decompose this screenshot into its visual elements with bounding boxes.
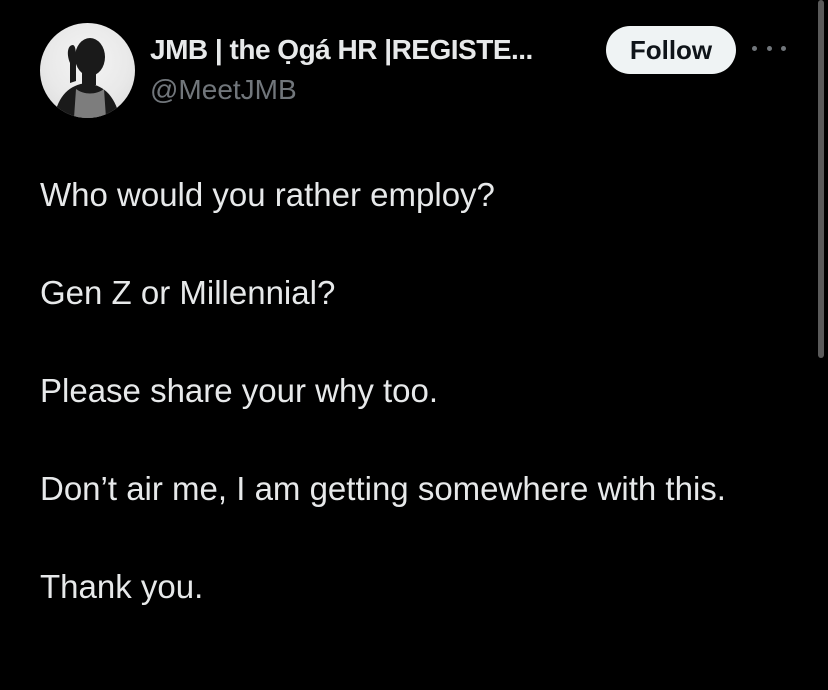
author-display-name[interactable]: JMB | the Ọgá HR |REGISTE... (150, 34, 590, 66)
avatar-silhouette-icon (54, 38, 120, 118)
dot-icon (781, 45, 786, 51)
follow-button[interactable]: Follow (606, 26, 736, 74)
author-handle[interactable]: @MeetJMB (150, 74, 297, 106)
dot-icon (752, 45, 757, 51)
tweet-paragraph: Please share your why too. (40, 372, 439, 409)
ellipsis-horizontal-icon[interactable] (752, 36, 786, 60)
tweet-text: Who would you rather employ? Gen Z or Mi… (40, 170, 760, 611)
dot-icon (766, 45, 772, 51)
tweet-paragraph: Who would you rather employ? (40, 176, 495, 213)
author-avatar[interactable] (40, 23, 135, 118)
tweet-paragraph: Gen Z or Millennial? (40, 274, 336, 311)
tweet-card: JMB | the Ọgá HR |REGISTE... @MeetJMB Fo… (0, 0, 828, 690)
scrollbar[interactable] (818, 0, 824, 358)
tweet-paragraph: Don’t air me, I am getting somewhere wit… (40, 470, 726, 507)
tweet-paragraph: Thank you. (40, 568, 204, 605)
